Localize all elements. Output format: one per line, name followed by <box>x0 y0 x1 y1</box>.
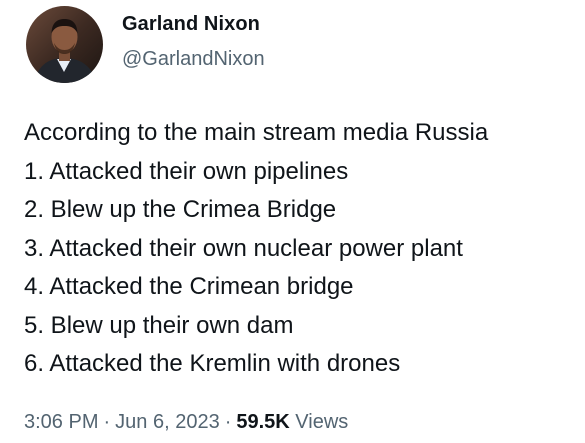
tweet-line: 5. Blew up their own dam <box>24 311 294 339</box>
tweet-line: 1. Attacked their own pipelines <box>24 157 349 185</box>
author-handle[interactable]: @GarlandNixon <box>122 48 265 71</box>
tweet-line: 3. Attacked their own nuclear power plan… <box>24 234 463 262</box>
avatar-image <box>26 6 103 83</box>
tweet-line: According to the main stream media Russi… <box>24 119 489 146</box>
views-label: Views <box>295 411 349 433</box>
author-name[interactable]: Garland Nixon <box>122 13 260 36</box>
avatar[interactable] <box>26 6 103 83</box>
tweet-line: 6. Attacked the Kremlin with drones <box>24 350 401 377</box>
tweet-line: 4. Attacked the Crimean bridge <box>24 273 354 300</box>
tweet-time[interactable]: 3:06 PM <box>24 411 98 433</box>
meta-separator: · <box>103 411 111 433</box>
meta-separator: · <box>224 411 232 433</box>
tweet-card: Garland Nixon @GarlandNixon According to… <box>0 0 585 443</box>
tweet-line: 2. Blew up the Crimea Bridge <box>24 196 337 223</box>
tweet-meta: 3:06 PM · Jun 6, 2023 · 59.5K Views <box>24 411 348 434</box>
tweet-date[interactable]: Jun 6, 2023 <box>115 411 220 433</box>
tweet-text: According to the main stream media Russi… <box>24 114 579 384</box>
views-count: 59.5K <box>236 411 290 433</box>
